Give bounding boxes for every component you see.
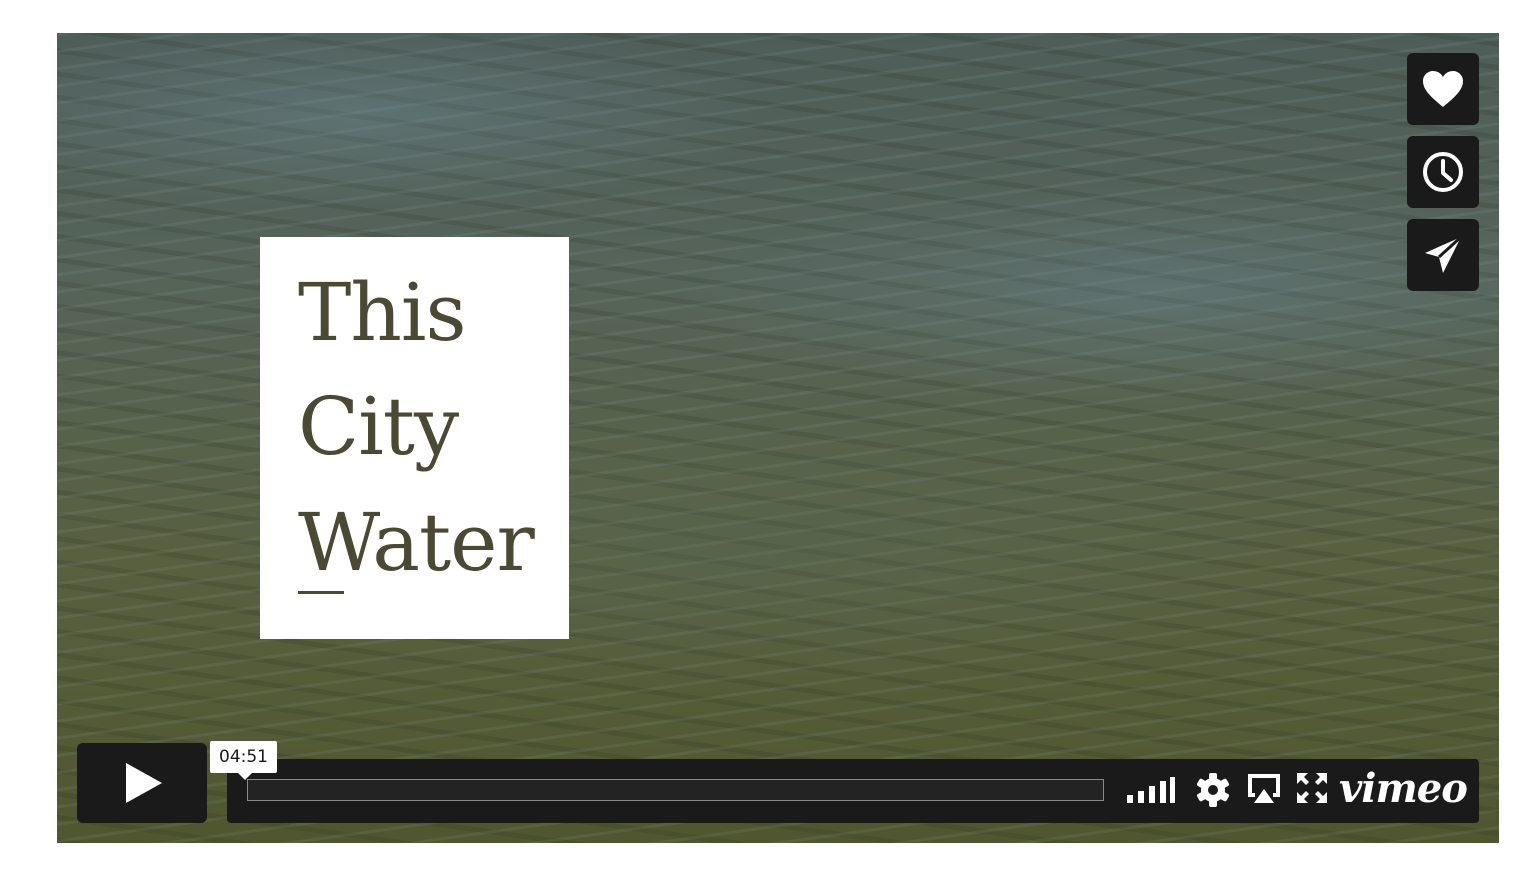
title-line-3: Water <box>298 496 535 589</box>
play-icon <box>126 763 162 803</box>
quality-button[interactable] <box>1127 777 1175 803</box>
play-button[interactable] <box>77 743 207 823</box>
title-line-1: This <box>298 266 467 359</box>
watch-later-button[interactable] <box>1407 136 1479 208</box>
fullscreen-icon <box>1297 773 1327 803</box>
vimeo-logo[interactable]: vimeo <box>1339 765 1468 813</box>
paper-plane-icon <box>1425 235 1463 273</box>
fullscreen-button[interactable] <box>1297 773 1327 803</box>
like-button[interactable] <box>1407 53 1479 125</box>
share-button[interactable] <box>1407 219 1479 291</box>
progress-bar[interactable] <box>247 779 1104 801</box>
airplay-button[interactable] <box>1247 773 1281 805</box>
title-line-2: City <box>298 380 459 473</box>
settings-button[interactable] <box>1196 773 1230 807</box>
airplay-icon <box>1248 774 1280 803</box>
clock-icon <box>1423 152 1463 192</box>
control-bar: vimeo <box>227 759 1479 823</box>
heart-icon <box>1423 71 1463 107</box>
title-card: This City Water <box>260 237 569 639</box>
title-underline <box>298 591 344 594</box>
video-player[interactable]: This City Water vimeo 04:51 <box>57 33 1499 843</box>
signal-bars-icon <box>1127 777 1175 803</box>
time-tooltip: 04:51 <box>210 741 277 780</box>
gear-icon <box>1197 773 1229 807</box>
